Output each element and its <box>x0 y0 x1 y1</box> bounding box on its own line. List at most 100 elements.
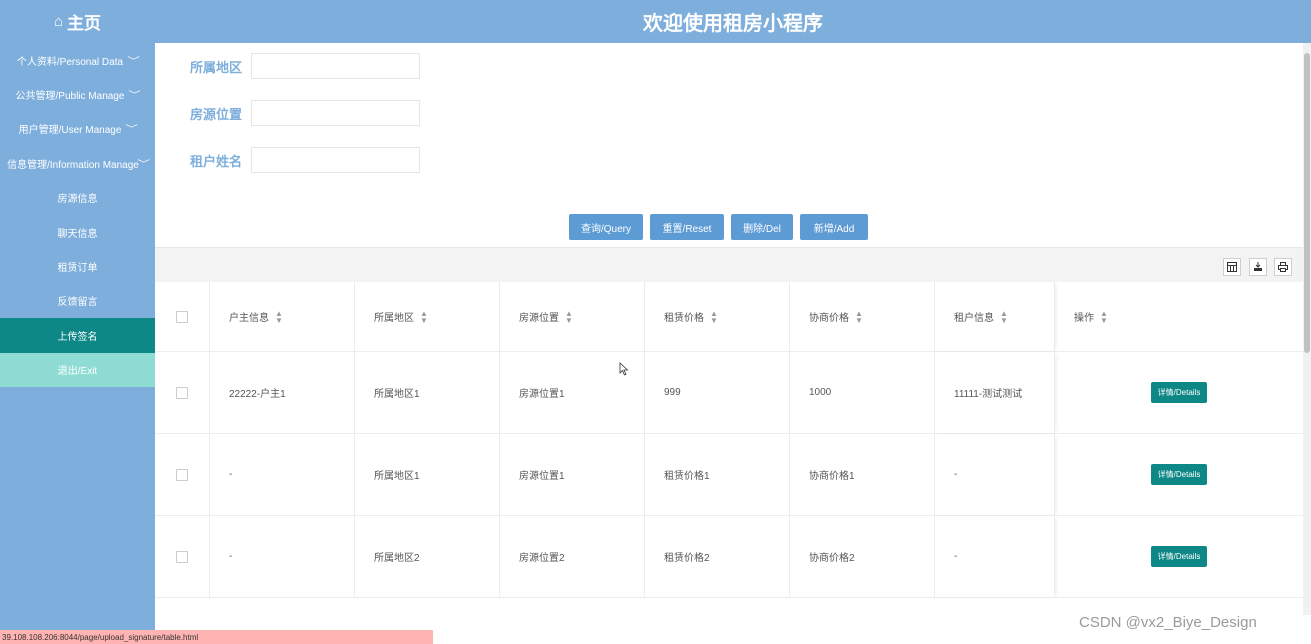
print-icon[interactable] <box>1274 258 1292 276</box>
table-cell: 11111-测试测试 <box>935 352 1055 433</box>
table-cell: 1000 <box>790 352 935 433</box>
sidebar-item-label: 用户管理/User Manage <box>18 125 122 137</box>
sidebar-item-information-manage[interactable]: 信息管理/Information Manage ﹀ <box>0 146 155 180</box>
table-row: - 所属地区2 房源位置2 租赁价格2 协商价格2 - 详情/Details <box>155 516 1303 598</box>
sidebar-item-listings[interactable]: 房源信息 <box>0 181 155 215</box>
column-header[interactable]: 户主信息 ▲ ▼ <box>210 282 355 351</box>
tenant-input[interactable] <box>251 147 420 173</box>
column-header[interactable]: 所属地区 ▲ ▼ <box>355 282 500 351</box>
brand-title: 主页 <box>67 14 102 33</box>
chevron-down-icon: ﹀ <box>137 158 150 169</box>
sidebar-item-label: 个人资料/Personal Data <box>16 56 124 68</box>
table-cell: 房源位置1 <box>500 434 645 515</box>
region-label: 所属地区 <box>190 59 243 75</box>
tenant-label: 租户姓名 <box>190 153 243 169</box>
sidebar-item-user-manage[interactable]: 用户管理/User Manage ﹀ <box>0 112 155 146</box>
table-row: - 所属地区1 房源位置1 租赁价格1 协商价格1 - 详情/Details <box>155 434 1303 516</box>
add-button[interactable]: 新增/Add <box>800 214 868 240</box>
page-header: 欢迎使用租房小程序 <box>155 0 1311 43</box>
vertical-scrollbar[interactable] <box>1303 43 1311 615</box>
columns-icon[interactable] <box>1223 258 1241 276</box>
column-header[interactable]: 租户信息 ▲ ▼ <box>935 282 1055 351</box>
column-header[interactable]: 协商价格 ▲ ▼ <box>790 282 935 351</box>
chevron-down-icon: ﹀ <box>125 124 139 135</box>
chevron-down-icon: ﹀ <box>127 55 140 66</box>
scrollbar-thumb[interactable] <box>1304 53 1310 353</box>
column-header-label: 房源位置 <box>519 313 559 324</box>
table-cell: 999 <box>645 352 790 433</box>
row-select-cell <box>155 434 210 515</box>
table-cell: 22222-户主1 <box>210 352 355 433</box>
mouse-cursor-icon <box>619 362 629 379</box>
sidebar-item-orders[interactable]: 租赁订单 <box>0 249 155 283</box>
column-header-label: 租赁价格 <box>664 313 704 324</box>
sort-icon[interactable]: ▲ ▼ <box>710 309 718 324</box>
column-header[interactable]: 租赁价格 ▲ ▼ <box>645 282 790 351</box>
column-header-label: 协商价格 <box>809 313 849 324</box>
row-select-cell <box>155 516 210 597</box>
table-cell: 房源位置2 <box>500 516 645 597</box>
location-input[interactable] <box>251 100 420 126</box>
row-checkbox[interactable] <box>176 468 188 481</box>
sidebar-item-label: 租赁订单 <box>57 263 98 275</box>
sidebar-item-label: 反馈留言 <box>57 297 98 309</box>
sort-icon[interactable]: ▲ ▼ <box>1000 309 1008 324</box>
table-cell: - <box>210 434 355 515</box>
column-header[interactable]: 操作 ▲ ▼ <box>1055 282 1303 351</box>
sidebar: ⌂ 主页 个人资料/Personal Data ﹀ 公共管理/Public Ma… <box>0 0 155 644</box>
details-button[interactable]: 详情/Details <box>1150 464 1208 485</box>
sort-icon[interactable]: ▲ ▼ <box>1100 309 1108 324</box>
search-tenant-row: 租户姓名 <box>190 147 420 173</box>
table-cell: 租赁价格2 <box>645 516 790 597</box>
sidebar-item-label: 公共管理/Public Manage <box>15 91 125 103</box>
sidebar-item-label: 退出/Exit <box>57 366 98 378</box>
sidebar-item-label: 信息管理/Information Manage <box>7 159 139 171</box>
search-location-row: 房源位置 <box>190 100 420 126</box>
table-cell: 租赁价格1 <box>645 434 790 515</box>
reset-button[interactable]: 重置/Reset <box>650 214 724 240</box>
details-button[interactable]: 详情/Details <box>1150 382 1208 403</box>
row-select-cell <box>155 352 210 433</box>
sidebar-item-label: 房源信息 <box>57 194 98 206</box>
sort-icon[interactable]: ▲ ▼ <box>275 309 283 324</box>
sidebar-item-label: 聊天信息 <box>57 228 98 240</box>
sort-icon[interactable]: ▲ ▼ <box>855 309 863 324</box>
details-button[interactable]: 详情/Details <box>1150 546 1208 567</box>
sidebar-item-exit[interactable]: 退出/Exit <box>0 352 155 387</box>
status-url: 39.108.108.206:8044/page/upload_signatur… <box>0 630 433 644</box>
row-checkbox[interactable] <box>176 386 188 399</box>
column-header[interactable]: 房源位置 ▲ ▼ <box>500 282 645 351</box>
table-cell: - <box>935 516 1055 597</box>
location-label: 房源位置 <box>190 106 243 122</box>
sidebar-item-personal-data[interactable]: 个人资料/Personal Data ﹀ <box>0 43 155 77</box>
row-checkbox[interactable] <box>176 550 188 563</box>
data-table: 户主信息 ▲ ▼ 所属地区 ▲ ▼ 房源位置 ▲ ▼ 租赁价格 ▲ ▼ 协商价格 ▲ ▼ 租户信息 ▲… <box>155 282 1303 598</box>
sort-icon[interactable]: ▲ ▼ <box>420 309 428 324</box>
table-cell: - <box>210 516 355 597</box>
sidebar-item-public-manage[interactable]: 公共管理/Public Manage ﹀ <box>0 77 155 111</box>
table-cell: 所属地区1 <box>355 352 500 433</box>
sidebar-item-label: 上传签名 <box>57 331 98 343</box>
table-cell: 所属地区1 <box>355 434 500 515</box>
select-all-checkbox[interactable] <box>176 310 188 323</box>
column-header-label: 所属地区 <box>374 313 414 324</box>
actions-cell: 详情/Details <box>1055 516 1303 597</box>
table-header-row: 户主信息 ▲ ▼ 所属地区 ▲ ▼ 房源位置 ▲ ▼ 租赁价格 ▲ ▼ 协商价格 ▲ ▼ 租户信息 ▲… <box>155 282 1303 352</box>
sidebar-item-chat[interactable]: 聊天信息 <box>0 215 155 249</box>
query-button[interactable]: 查询/Query <box>569 214 643 240</box>
sidebar-item-upload-signature[interactable]: 上传签名 <box>0 318 155 353</box>
sidebar-item-feedback[interactable]: 反馈留言 <box>0 284 155 318</box>
select-all-cell <box>155 282 210 351</box>
column-header-label: 操作 <box>1074 313 1094 324</box>
delete-button[interactable]: 删除/Del <box>731 214 793 240</box>
actions-cell: 详情/Details <box>1055 352 1303 433</box>
table-cell: 所属地区2 <box>355 516 500 597</box>
export-icon[interactable] <box>1249 258 1267 276</box>
table-row: 22222-户主1 所属地区1 房源位置1 999 1000 11111-测试测… <box>155 352 1303 434</box>
brand-home[interactable]: ⌂ 主页 <box>0 0 155 43</box>
sort-icon[interactable]: ▲ ▼ <box>565 309 573 324</box>
watermark: CSDN @vx2_Biye_Design <box>1079 614 1257 631</box>
search-region-row: 所属地区 <box>190 53 420 79</box>
actions-cell: 详情/Details <box>1055 434 1303 515</box>
region-input[interactable] <box>251 53 420 79</box>
